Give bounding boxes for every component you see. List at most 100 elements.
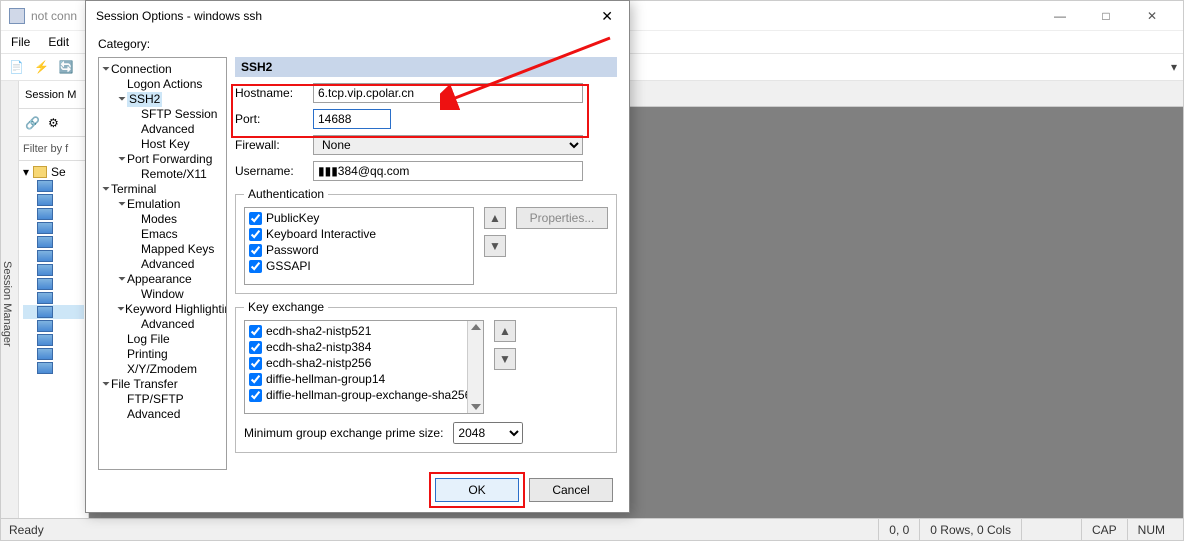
username-input[interactable]: [313, 161, 583, 181]
kex-checkbox[interactable]: [249, 325, 262, 338]
tree-logon[interactable]: Logon Actions: [101, 77, 224, 92]
session-item[interactable]: [23, 305, 84, 319]
sm-header: Session M: [19, 81, 88, 109]
session-icon: [37, 320, 53, 332]
kex-checkbox[interactable]: [249, 341, 262, 354]
session-manager-panel: Session M 🔗 ⚙ Filter by f ▾ Se: [19, 81, 89, 518]
toolbar-dropdown-icon[interactable]: ▾: [1171, 60, 1177, 74]
tree-filetransfer[interactable]: ⏷File Transfer: [101, 377, 224, 392]
maximize-button[interactable]: □: [1083, 2, 1129, 30]
kex-checkbox[interactable]: [249, 373, 262, 386]
session-item[interactable]: [23, 179, 84, 193]
tree-advanced[interactable]: Advanced: [101, 122, 224, 137]
kex-list[interactable]: ecdh-sha2-nistp521ecdh-sha2-nistp384ecdh…: [244, 320, 484, 414]
firewall-select[interactable]: None: [313, 135, 583, 155]
chevron-down-icon: ▾: [23, 165, 29, 179]
tree-window[interactable]: Window: [101, 287, 224, 302]
auth-item[interactable]: GSSAPI: [249, 258, 469, 274]
auth-checkbox[interactable]: [249, 260, 262, 273]
session-item[interactable]: [23, 235, 84, 249]
link-icon[interactable]: 🔗: [25, 116, 40, 130]
session-icon: [37, 208, 53, 220]
kex-item[interactable]: diffie-hellman-group-exchange-sha256: [249, 387, 479, 403]
tree-hostkey[interactable]: Host Key: [101, 137, 224, 152]
session-manager-rail[interactable]: Session Manager: [1, 81, 19, 518]
session-item[interactable]: [23, 333, 84, 347]
port-row: Port:: [235, 109, 617, 129]
mge-select[interactable]: 2048: [453, 422, 523, 444]
port-input[interactable]: [313, 109, 391, 129]
tree-emacs[interactable]: Emacs: [101, 227, 224, 242]
tree-modes[interactable]: Modes: [101, 212, 224, 227]
auth-checkbox[interactable]: [249, 212, 262, 225]
kex-checkbox[interactable]: [249, 357, 262, 370]
cancel-button[interactable]: Cancel: [529, 478, 613, 502]
tree-advanced2[interactable]: Advanced: [101, 257, 224, 272]
auth-item[interactable]: PublicKey: [249, 210, 469, 226]
tree-appearance[interactable]: ⏷Appearance: [101, 272, 224, 287]
session-item[interactable]: [23, 249, 84, 263]
tree-keyword[interactable]: ⏷Keyword Highlighting: [101, 302, 224, 317]
tree-logfile[interactable]: Log File: [101, 332, 224, 347]
auth-checkbox[interactable]: [249, 244, 262, 257]
firewall-label: Firewall:: [235, 138, 305, 152]
kex-item[interactable]: ecdh-sha2-nistp384: [249, 339, 479, 355]
category-tree[interactable]: ⏷Connection Logon Actions ⏷SSH2 SFTP Ses…: [98, 57, 227, 470]
menu-file[interactable]: File: [11, 35, 30, 49]
auth-down-button[interactable]: ▼: [484, 235, 506, 257]
kex-item[interactable]: diffie-hellman-group14: [249, 371, 479, 387]
kex-scrollbar[interactable]: [467, 321, 483, 413]
toolbar-quick-icon[interactable]: ⚡: [34, 60, 49, 74]
tree-ftpsftp[interactable]: FTP/SFTP: [101, 392, 224, 407]
auth-list[interactable]: PublicKeyKeyboard InteractivePasswordGSS…: [244, 207, 474, 285]
tree-ssh2[interactable]: ⏷SSH2: [101, 92, 224, 107]
tree-advanced3[interactable]: Advanced: [101, 317, 224, 332]
sm-folder[interactable]: ▾ Se: [23, 165, 84, 179]
firewall-row: Firewall: None: [235, 135, 617, 155]
tree-remotex11[interactable]: Remote/X11: [101, 167, 224, 182]
tree-portfwd[interactable]: ⏷Port Forwarding: [101, 152, 224, 167]
tree-advanced4[interactable]: Advanced: [101, 407, 224, 422]
session-item[interactable]: [23, 193, 84, 207]
tree-sftp[interactable]: SFTP Session: [101, 107, 224, 122]
auth-checkbox[interactable]: [249, 228, 262, 241]
tree-terminal[interactable]: ⏷Terminal: [101, 182, 224, 197]
tree-printing[interactable]: Printing: [101, 347, 224, 362]
minimize-button[interactable]: —: [1037, 2, 1083, 30]
close-button[interactable]: ✕: [1129, 2, 1175, 30]
auth-up-button[interactable]: ▲: [484, 207, 506, 229]
session-item[interactable]: [23, 207, 84, 221]
kex-up-button[interactable]: ▲: [494, 320, 516, 342]
dialog-title: Session Options - windows ssh: [96, 9, 262, 23]
menu-edit[interactable]: Edit: [48, 35, 69, 49]
kex-checkbox[interactable]: [249, 389, 262, 402]
auth-item[interactable]: Password: [249, 242, 469, 258]
session-item[interactable]: [23, 347, 84, 361]
session-options-dialog: Session Options - windows ssh ✕ Category…: [85, 0, 630, 513]
sm-filter[interactable]: Filter by f: [19, 137, 88, 161]
toolbar-new-icon[interactable]: 📄: [9, 60, 24, 74]
dialog-close-button[interactable]: ✕: [595, 8, 619, 25]
tree-xyz[interactable]: X/Y/Zmodem: [101, 362, 224, 377]
auth-item[interactable]: Keyboard Interactive: [249, 226, 469, 242]
status-cap: CAP: [1081, 519, 1127, 540]
session-item[interactable]: [23, 277, 84, 291]
tree-connection[interactable]: ⏷Connection: [101, 62, 224, 77]
session-item[interactable]: [23, 221, 84, 235]
tree-mappedkeys[interactable]: Mapped Keys: [101, 242, 224, 257]
tree-emulation[interactable]: ⏷Emulation: [101, 197, 224, 212]
toolbar-reconnect-icon[interactable]: 🔄: [59, 60, 74, 74]
session-item[interactable]: [23, 291, 84, 305]
ok-button[interactable]: OK: [435, 478, 519, 502]
gear-icon[interactable]: ⚙: [48, 116, 59, 130]
session-item[interactable]: [23, 361, 84, 375]
session-icon: [37, 264, 53, 276]
hostname-input[interactable]: [313, 83, 583, 103]
session-item[interactable]: [23, 319, 84, 333]
kex-item[interactable]: ecdh-sha2-nistp521: [249, 323, 479, 339]
properties-button[interactable]: Properties...: [516, 207, 608, 229]
category-label: Category:: [98, 31, 617, 57]
kex-down-button[interactable]: ▼: [494, 348, 516, 370]
session-item[interactable]: [23, 263, 84, 277]
kex-item[interactable]: ecdh-sha2-nistp256: [249, 355, 479, 371]
